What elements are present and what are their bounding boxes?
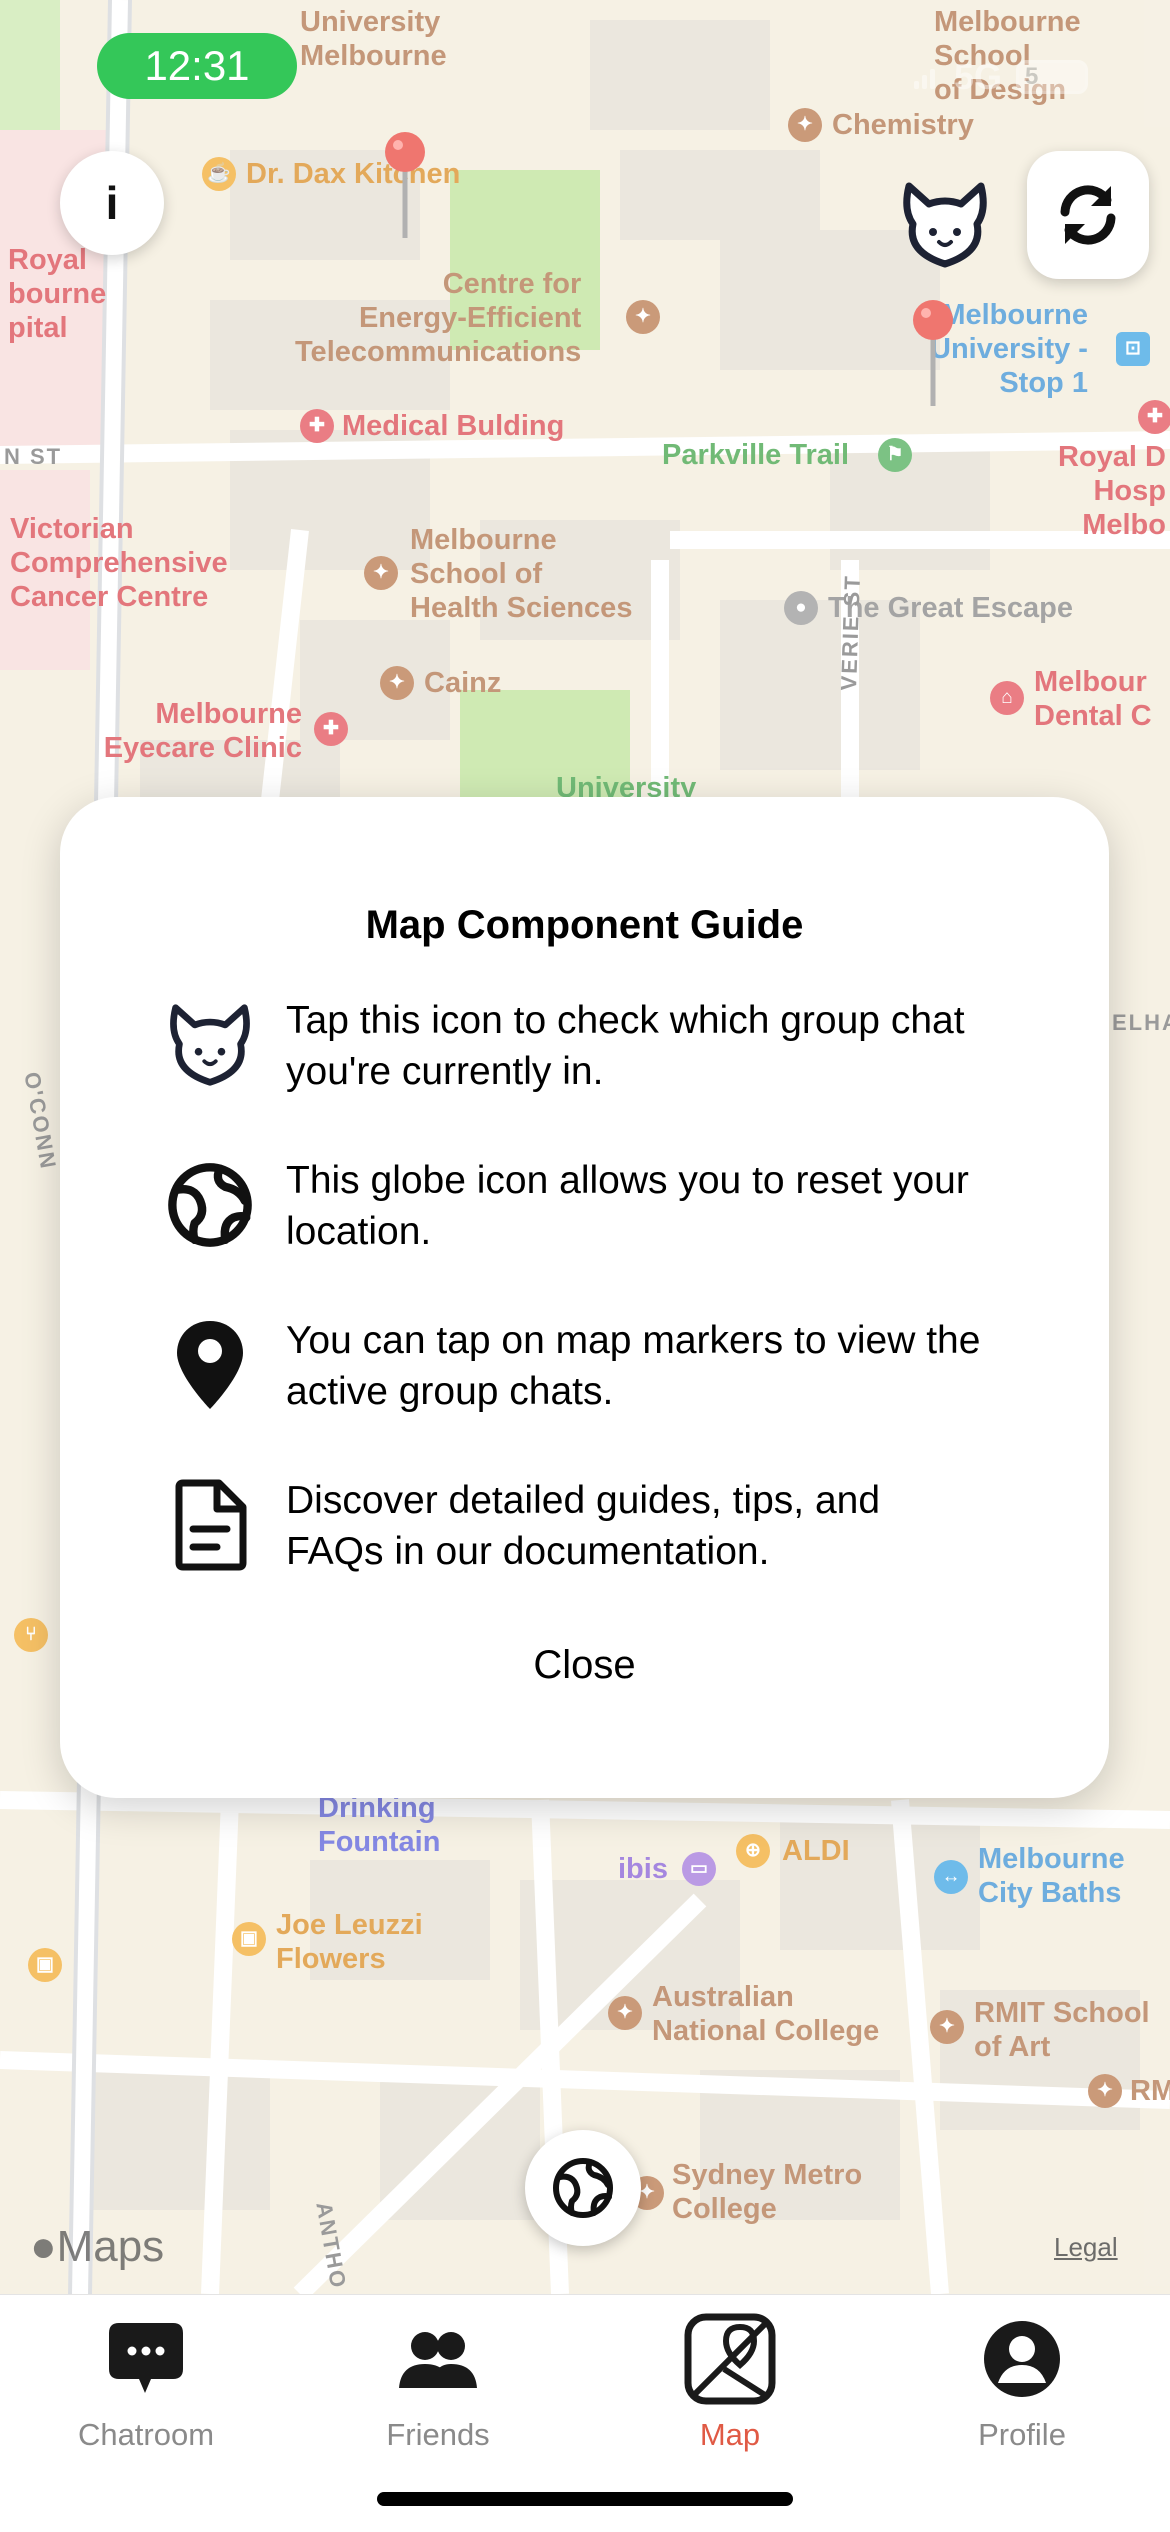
map-guide-modal: Map Component Guide Tap this icon to che… (60, 797, 1109, 1798)
tab-profile[interactable]: Profile (922, 2311, 1122, 2461)
apple-logo-icon: ● (30, 2222, 57, 2271)
tab-friends[interactable]: Friends (338, 2311, 538, 2461)
legal-link[interactable]: Legal (1054, 2232, 1118, 2263)
guide-item: Discover detailed guides, tips, and FAQs… (160, 1475, 1060, 1585)
battery-level: 5 (1025, 63, 1039, 90)
info-button[interactable]: i (60, 151, 164, 255)
signal-icon (913, 65, 940, 89)
refresh-icon (1060, 185, 1116, 245)
map-icon (680, 2311, 780, 2407)
globe-icon (160, 1155, 260, 1255)
tab-label: Chatroom (77, 2417, 215, 2452)
chat-bubble-icon (96, 2311, 196, 2407)
map-pin-icon (160, 1315, 260, 1415)
battery-icon: 5 (1016, 60, 1088, 94)
tab-label: Friends (386, 2417, 490, 2452)
tab-label: Profile (978, 2417, 1066, 2452)
guide-text: This globe icon allows you to reset your… (286, 1159, 969, 1253)
guide-item: This globe icon allows you to reset your… (160, 1155, 1060, 1265)
refresh-button[interactable] (1027, 151, 1149, 279)
guide-item: You can tap on map markers to view the a… (160, 1315, 1060, 1425)
maps-logo-text: Maps (56, 2222, 165, 2271)
document-icon (160, 1475, 260, 1575)
guide-text: Discover detailed guides, tips, and FAQs… (286, 1479, 881, 1573)
home-indicator[interactable] (377, 2492, 793, 2506)
guide-text: Tap this icon to check which group chat … (286, 999, 965, 1093)
modal-title: Map Component Guide (365, 903, 804, 947)
network-label: 5G (953, 56, 1002, 97)
status-time: 12:31 (97, 33, 297, 99)
guide-item: Tap this icon to check which group chat … (160, 995, 1060, 1105)
person-icon (972, 2311, 1072, 2407)
close-button[interactable]: Close (60, 1643, 1109, 1688)
guide-text: You can tap on map markers to view the a… (286, 1319, 981, 1413)
bunny-icon (160, 995, 260, 1095)
tab-map[interactable]: Map (630, 2311, 830, 2461)
group-chat-button[interactable] (895, 180, 995, 270)
globe-icon (553, 2158, 613, 2218)
bunny-icon (903, 182, 987, 268)
reset-location-button[interactable] (525, 2130, 641, 2246)
maps-logo: ●Maps (30, 2222, 164, 2272)
status-indicators: 5G 5 (913, 56, 1088, 98)
tab-label: Map (699, 2417, 761, 2452)
people-icon (388, 2311, 488, 2407)
tab-chatroom[interactable]: Chatroom (46, 2311, 246, 2461)
